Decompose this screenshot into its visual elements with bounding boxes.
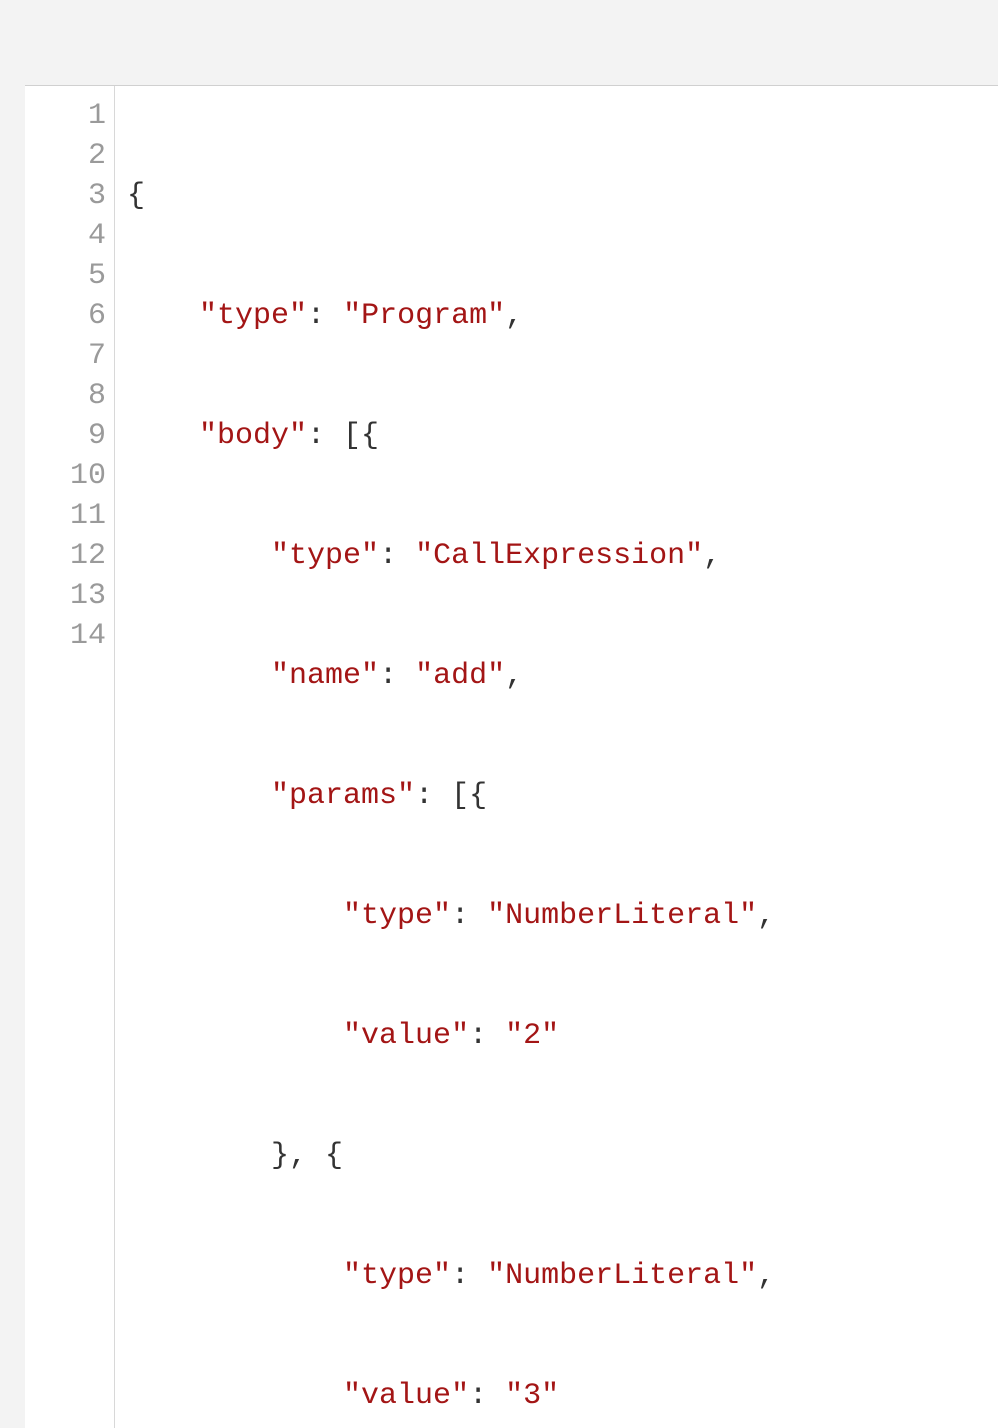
code-line: "params": [{ — [127, 776, 775, 816]
line-number: 12 — [25, 536, 106, 576]
code-line: "value": "2" — [127, 1016, 775, 1056]
line-number: 11 — [25, 496, 106, 536]
line-number: 13 — [25, 576, 106, 616]
code-line: "type": "CallExpression", — [127, 536, 775, 576]
line-number: 6 — [25, 296, 106, 336]
code-line: "body": [{ — [127, 416, 775, 456]
code-content[interactable]: { "type": "Program", "body": [{ "type": … — [115, 86, 775, 1428]
line-number: 4 — [25, 216, 106, 256]
line-number: 5 — [25, 256, 106, 296]
code-editor: 1 2 3 4 5 6 7 8 9 10 11 12 13 14 { "type… — [25, 85, 998, 1428]
line-number: 1 — [25, 96, 106, 136]
line-number: 2 — [25, 136, 106, 176]
code-line: { — [127, 176, 775, 216]
line-number: 8 — [25, 376, 106, 416]
code-line: "type": "NumberLiteral", — [127, 1256, 775, 1296]
code-line: }, { — [127, 1136, 775, 1176]
line-number: 14 — [25, 616, 106, 656]
code-line: "type": "NumberLiteral", — [127, 896, 775, 936]
line-number: 3 — [25, 176, 106, 216]
line-number-gutter: 1 2 3 4 5 6 7 8 9 10 11 12 13 14 — [25, 86, 115, 1428]
line-number: 9 — [25, 416, 106, 456]
code-line: "type": "Program", — [127, 296, 775, 336]
line-number: 7 — [25, 336, 106, 376]
line-number: 10 — [25, 456, 106, 496]
code-line: "value": "3" — [127, 1376, 775, 1416]
code-line: "name": "add", — [127, 656, 775, 696]
